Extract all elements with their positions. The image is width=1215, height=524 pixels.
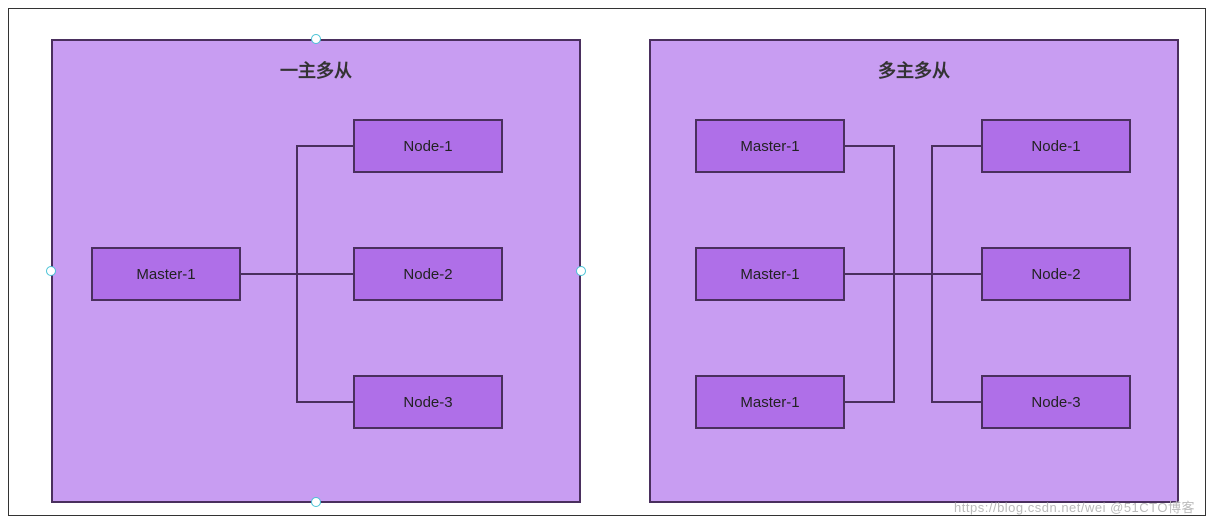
master-node-1: Master-1 <box>695 119 845 173</box>
node-label: Node-1 <box>403 138 452 155</box>
panel-title-right: 多主多从 <box>651 57 1177 83</box>
connector <box>931 273 981 275</box>
selection-handle-bottom[interactable] <box>311 497 321 507</box>
master-node-3: Master-1 <box>695 375 845 429</box>
node-label: Node-2 <box>1031 266 1080 283</box>
connector <box>845 273 895 275</box>
worker-node-1: Node-1 <box>981 119 1131 173</box>
panel-multi-master: 多主多从 Master-1 Master-1 Master-1 Node-1 N… <box>649 39 1179 503</box>
connector <box>845 145 895 147</box>
connector <box>931 401 981 403</box>
master-label: Master-1 <box>740 266 799 283</box>
node-label: Node-3 <box>1031 394 1080 411</box>
selection-handle-top[interactable] <box>311 34 321 44</box>
worker-node-3: Node-3 <box>353 375 503 429</box>
master-node: Master-1 <box>91 247 241 301</box>
selection-handle-right[interactable] <box>576 266 586 276</box>
connector <box>893 273 933 275</box>
worker-node-3: Node-3 <box>981 375 1131 429</box>
connector <box>296 145 353 147</box>
watermark: https://blog.csdn.net/wei @51CTO博客 <box>954 497 1195 516</box>
panel-single-master: 一主多从 Master-1 Node-1 Node-2 Node-3 <box>51 39 581 503</box>
connector <box>931 145 981 147</box>
connector <box>845 401 895 403</box>
connector <box>296 273 353 275</box>
worker-node-1: Node-1 <box>353 119 503 173</box>
master-label: Master-1 <box>136 266 195 283</box>
master-node-2: Master-1 <box>695 247 845 301</box>
worker-node-2: Node-2 <box>353 247 503 301</box>
node-label: Node-2 <box>403 266 452 283</box>
master-label: Master-1 <box>740 394 799 411</box>
selection-handle-left[interactable] <box>46 266 56 276</box>
panel-title-left: 一主多从 <box>53 57 579 83</box>
node-label: Node-3 <box>403 394 452 411</box>
connector <box>241 273 298 275</box>
connector <box>296 401 353 403</box>
selection-frame: 一主多从 Master-1 Node-1 Node-2 Node-3 多主多从 … <box>8 8 1206 516</box>
node-label: Node-1 <box>1031 138 1080 155</box>
worker-node-2: Node-2 <box>981 247 1131 301</box>
master-label: Master-1 <box>740 138 799 155</box>
